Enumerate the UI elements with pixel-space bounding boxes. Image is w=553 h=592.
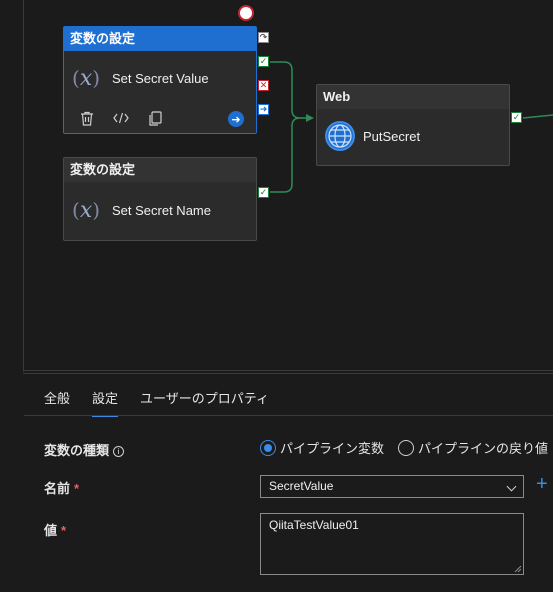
value-row-label: 値 * xyxy=(44,520,66,539)
activity-web-putsecret[interactable]: Web PutSecret xyxy=(316,84,510,166)
connector-name-to-web xyxy=(270,117,301,193)
radio-label: パイプラインの戻り値 xyxy=(418,441,549,456)
activity-name: Set Secret Value xyxy=(112,70,209,86)
tab-settings[interactable]: 設定 xyxy=(92,388,119,417)
delete-icon[interactable] xyxy=(78,109,96,127)
radio-pipeline-variable[interactable]: パイプライン変数 xyxy=(260,438,384,457)
connector-arrowhead xyxy=(306,114,314,122)
success-port-icon[interactable]: ✓ xyxy=(258,56,269,67)
activity-toolbar xyxy=(78,109,164,127)
code-icon[interactable] xyxy=(112,109,130,127)
activity-type-label: 変数の設定 xyxy=(64,27,256,51)
variable-value-textarea[interactable]: QiitaTestValue01 xyxy=(260,513,524,575)
radio-unselected-icon[interactable] xyxy=(398,439,415,456)
tab-user-properties[interactable]: ユーザーのプロパティ xyxy=(140,388,269,417)
name-row-label: 名前 * xyxy=(44,478,79,497)
add-variable-icon[interactable]: + xyxy=(536,474,548,494)
chevron-down-icon xyxy=(506,481,517,492)
copy-icon[interactable] xyxy=(146,109,164,127)
resize-grip-icon[interactable] xyxy=(514,565,522,573)
activity-name: PutSecret xyxy=(363,128,421,144)
required-mark: * xyxy=(74,481,80,496)
radio-pipeline-return-value[interactable]: パイプラインの戻り値 xyxy=(398,438,548,457)
variable-type-radio-group: パイプライン変数 パイプラインの戻り値 xyxy=(260,438,548,457)
variable-icon: (x) xyxy=(72,65,101,91)
activity-type-label: 変数の設定 xyxy=(64,158,256,182)
complete-port-icon[interactable]: ➜ xyxy=(258,104,269,115)
activity-set-secret-name[interactable]: 変数の設定 (x) Set Secret Name xyxy=(63,157,257,241)
radio-label: パイプライン変数 xyxy=(280,441,385,456)
activity-type-label: Web xyxy=(317,85,509,109)
info-icon[interactable]: i xyxy=(113,446,125,457)
variable-type-row-label: 変数の種類 i xyxy=(44,440,125,459)
name-label: 名前 xyxy=(44,481,71,496)
variable-type-label: 変数の種類 xyxy=(44,443,110,458)
variable-name-select[interactable]: SecretValue xyxy=(260,475,524,498)
skip-port-icon[interactable]: ↷ xyxy=(258,32,269,43)
tabs-underline xyxy=(24,415,553,416)
canvas-divider xyxy=(23,370,553,371)
variable-icon: (x) xyxy=(72,197,101,223)
connector-value-to-web xyxy=(270,61,312,119)
properties-panel: 全般 設定 ユーザーのプロパティ 変数の種類 i パイプライン変数 パイプラインの… xyxy=(24,374,553,592)
properties-tabs: 全般 設定 ユーザーのプロパティ xyxy=(44,388,291,417)
go-arrow-icon[interactable]: ➜ xyxy=(228,111,244,127)
activity-set-secret-value[interactable]: 変数の設定 (x) Set Secret Value ➜ xyxy=(63,26,257,134)
textarea-value: QiitaTestValue01 xyxy=(269,518,359,532)
connector-web-out xyxy=(522,114,553,119)
success-port-icon[interactable]: ✓ xyxy=(511,112,522,123)
select-value: SecretValue xyxy=(269,479,334,493)
activity-name: Set Secret Name xyxy=(112,202,211,218)
value-label: 値 xyxy=(44,523,58,538)
radio-selected-icon[interactable] xyxy=(260,439,276,456)
tab-general[interactable]: 全般 xyxy=(44,388,70,417)
pipeline-canvas[interactable]: 変数の設定 (x) Set Secret Value ➜ ↷ ✓ ✕ ➜ 変数の… xyxy=(0,0,553,372)
fail-port-icon[interactable]: ✕ xyxy=(258,80,269,91)
required-mark: * xyxy=(61,523,67,538)
globe-icon xyxy=(325,121,355,151)
success-port-icon[interactable]: ✓ xyxy=(258,187,269,198)
